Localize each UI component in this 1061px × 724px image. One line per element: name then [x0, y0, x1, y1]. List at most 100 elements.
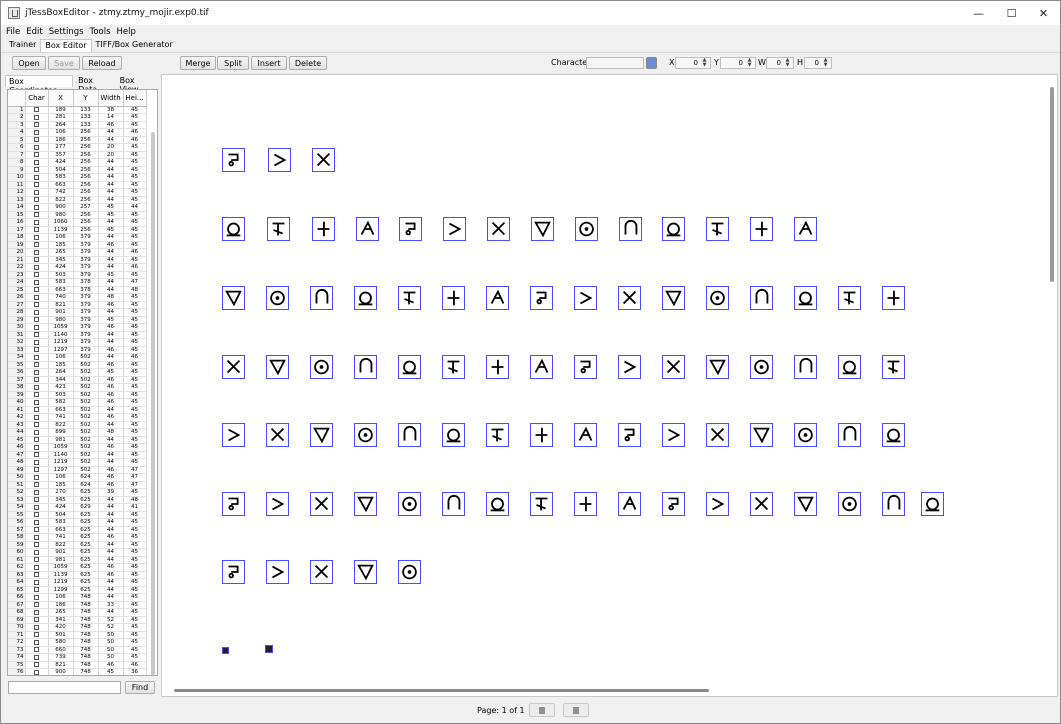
coord-cell[interactable]: 980	[48, 211, 74, 219]
coord-cell[interactable]: 45	[123, 368, 147, 377]
coord-cell[interactable]: 741	[48, 413, 74, 422]
coord-cell[interactable]: 45	[123, 391, 147, 399]
coord-cell[interactable]: 45	[98, 368, 124, 377]
glyph-box[interactable]	[266, 560, 289, 584]
coord-cell[interactable]: 45	[123, 623, 147, 632]
table-row[interactable]: 36 264 502 45 45	[8, 368, 147, 377]
spinner-arrows-icon[interactable]: ▲ ▼	[821, 58, 830, 68]
table-row[interactable]: 56 583 625 44 45	[8, 518, 147, 527]
table-row[interactable]: 2 281 133 14 45	[8, 113, 147, 122]
coord-cell[interactable]: 45	[123, 488, 147, 497]
char-cell[interactable]	[25, 248, 49, 257]
coord-cell[interactable]: 46	[98, 383, 124, 392]
char-cell[interactable]	[25, 151, 49, 159]
table-row[interactable]: 13 822 256 44 45	[8, 196, 147, 204]
coord-cell[interactable]: 748	[73, 623, 99, 632]
table-row[interactable]: 28 901 379 44 45	[8, 308, 147, 317]
coord-cell[interactable]: 625	[73, 578, 99, 587]
coord-cell[interactable]: 44	[98, 181, 124, 189]
coord-cell[interactable]: 45	[123, 323, 147, 332]
insert-button[interactable]: Insert	[251, 56, 287, 70]
coord-cell[interactable]: 48	[123, 286, 147, 294]
coord-cell[interactable]: 45	[123, 106, 147, 114]
coord-cell[interactable]: 1297	[48, 466, 74, 474]
coord-cell[interactable]: 45	[123, 338, 147, 347]
table-row[interactable]: 42 741 502 46 45	[8, 413, 147, 422]
find-input[interactable]	[8, 681, 121, 694]
coord-cell[interactable]: 106	[48, 593, 74, 602]
coord-cell[interactable]: 502	[73, 376, 99, 384]
coord-cell[interactable]: 379	[73, 301, 99, 309]
coord-cell[interactable]: 45	[123, 518, 147, 527]
glyph-box[interactable]	[222, 148, 245, 172]
coord-cell[interactable]: 420	[48, 623, 74, 632]
coord-cell[interactable]: 45	[123, 511, 147, 519]
coord-cell[interactable]: 46	[98, 661, 124, 669]
char-cell[interactable]	[25, 421, 49, 429]
table-scrollbar[interactable]	[151, 132, 155, 675]
char-cell[interactable]	[25, 608, 49, 617]
coord-cell[interactable]: 50	[98, 638, 124, 647]
coord-cell[interactable]: 270	[48, 488, 74, 497]
char-cell[interactable]	[25, 593, 49, 602]
coord-cell[interactable]: 45	[123, 151, 147, 159]
coord-cell[interactable]: 45	[123, 271, 147, 279]
coord-cell[interactable]: 44	[98, 503, 124, 512]
coord-cell[interactable]: 46	[98, 301, 124, 309]
coord-cell[interactable]: 822	[48, 541, 74, 549]
coord-cell[interactable]: 106	[48, 353, 74, 362]
glyph-box[interactable]	[794, 286, 817, 310]
char-cell[interactable]	[25, 488, 49, 497]
char-cell[interactable]	[25, 391, 49, 399]
table-row[interactable]: 74 739 748 50 45	[8, 653, 147, 662]
coord-cell[interactable]: 46	[123, 128, 147, 137]
coord-cell[interactable]: 44	[98, 256, 124, 264]
char-cell[interactable]	[25, 353, 49, 362]
coord-cell[interactable]: 44	[98, 526, 124, 534]
coord-cell[interactable]: 45	[123, 638, 147, 647]
char-cell[interactable]	[25, 256, 49, 264]
coord-cell[interactable]: 1059	[48, 563, 74, 572]
coord-cell[interactable]: 45	[123, 241, 147, 249]
table-row[interactable]: 44 899 502 48 45	[8, 428, 147, 437]
spinner-arrows-icon[interactable]: ▲ ▼	[745, 58, 754, 68]
reload-button[interactable]: Reload	[82, 56, 122, 70]
coord-cell[interactable]: 44	[98, 338, 124, 347]
coord-cell[interactable]: 46	[98, 563, 124, 572]
coord-cell[interactable]: 981	[48, 436, 74, 444]
coord-cell[interactable]: 504	[48, 166, 74, 174]
coord-cell[interactable]: 502	[73, 383, 99, 392]
tab-box-editor[interactable]: Box Editor	[40, 39, 92, 52]
coord-cell[interactable]: 48	[123, 496, 147, 504]
coord-cell[interactable]: 46	[98, 473, 124, 482]
glyph-box[interactable]	[750, 286, 773, 310]
coord-cell[interactable]: 742	[48, 188, 74, 197]
glyph-box[interactable]	[310, 286, 333, 310]
table-row[interactable]: 15 980 256 45 45	[8, 211, 147, 219]
coord-cell[interactable]: 256	[73, 196, 99, 204]
coord-cell[interactable]: 45	[123, 458, 147, 467]
coord-cell[interactable]: 45	[123, 308, 147, 317]
coord-cell[interactable]: 822	[48, 196, 74, 204]
coord-cell[interactable]: 503	[48, 271, 74, 279]
coord-cell[interactable]: 45	[123, 166, 147, 174]
coord-cell[interactable]: 281	[48, 113, 74, 122]
find-button[interactable]: Find	[125, 681, 155, 694]
coord-cell[interactable]: 44	[98, 608, 124, 617]
coord-cell[interactable]: 46	[98, 241, 124, 249]
char-cell[interactable]	[25, 196, 49, 204]
coord-cell[interactable]: 44	[98, 593, 124, 602]
coord-cell[interactable]: 740	[48, 293, 74, 302]
char-cell[interactable]	[25, 518, 49, 527]
coord-cell[interactable]: 45	[123, 181, 147, 189]
coord-cell[interactable]: 256	[73, 226, 99, 234]
coord-cell[interactable]: 46	[98, 323, 124, 332]
char-cell[interactable]	[25, 226, 49, 234]
coord-cell[interactable]: 424	[48, 158, 74, 167]
coord-cell[interactable]: 1059	[48, 443, 74, 452]
coord-cell[interactable]: 663	[48, 286, 74, 294]
coord-cell[interactable]: 502	[73, 436, 99, 444]
coord-cell[interactable]: 44	[98, 451, 124, 459]
table-row[interactable]: 48 1219 502 44 45	[8, 458, 147, 467]
coord-cell[interactable]: 52	[98, 616, 124, 624]
